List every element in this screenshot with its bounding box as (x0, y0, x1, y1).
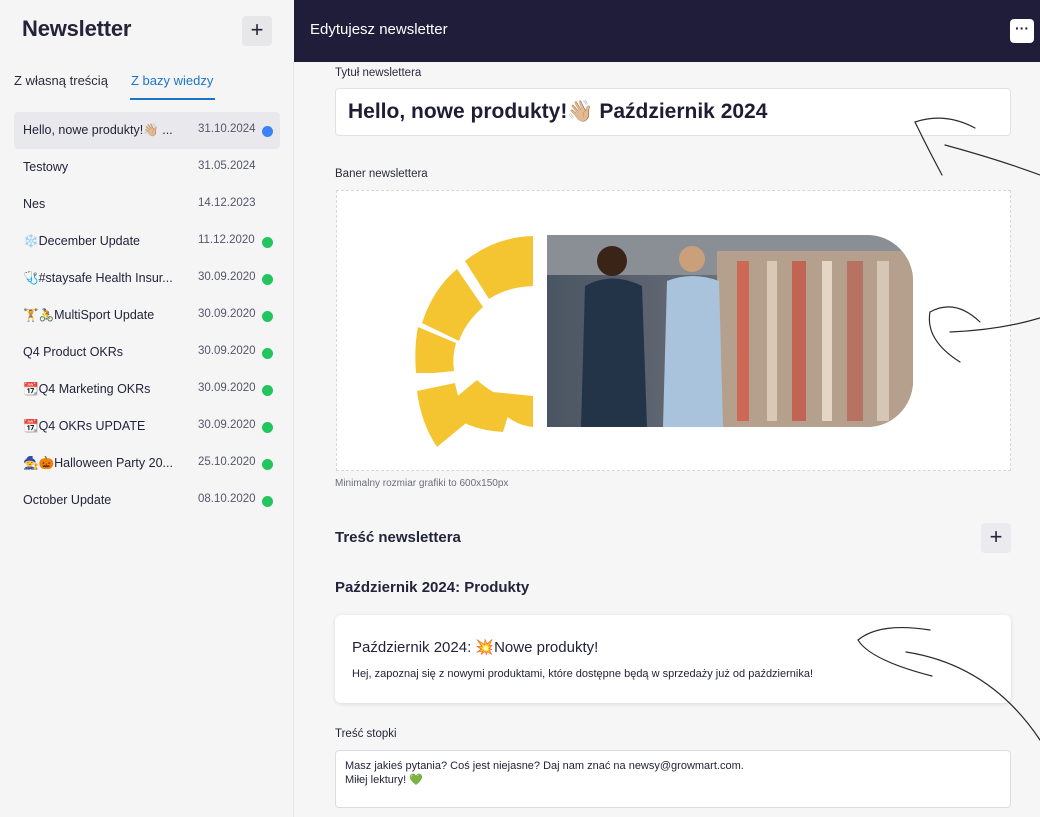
list-item-name: 📆Q4 Marketing OKRs (23, 382, 151, 396)
list-item[interactable]: Nes 14.12.2023 (14, 186, 280, 223)
content-card-title: Październik 2024: 💥Nowe produkty! (352, 639, 599, 656)
list-item-date: 11.12.2020 (198, 234, 255, 246)
list-item[interactable]: 📆Q4 Marketing OKRs 30.09.2020 (14, 371, 280, 408)
list-item-date: 31.10.2024 (198, 123, 256, 135)
list-item[interactable]: Hello, nowe produkty!👋🏼 ... 31.10.2024 (14, 112, 280, 149)
banner-size-hint: Minimalny rozmiar grafiki to 600x150px (335, 478, 509, 489)
sidebar: Newsletter + Z własną treścią Z bazy wie… (0, 0, 294, 817)
sun-logo-icon (415, 236, 533, 447)
footer-label: Treść stopki (335, 728, 397, 740)
list-item-date: 30.09.2020 (198, 419, 256, 431)
list-item-date: 30.09.2020 (198, 271, 256, 283)
list-item-name: Nes (23, 197, 46, 211)
list-item-date: 31.05.2024 (198, 160, 256, 172)
footer-line: Masz jakieś pytania? Coś jest niejasne? … (345, 760, 744, 772)
footer-textarea[interactable]: Masz jakieś pytania? Coś jest niejasne? … (335, 750, 1011, 808)
add-content-button[interactable]: + (981, 523, 1011, 553)
status-dot (262, 274, 273, 285)
tab-knowledge-base[interactable]: Z bazy wiedzy (131, 73, 213, 88)
list-item-name: October Update (23, 493, 112, 507)
status-dot (262, 348, 273, 359)
list-item-name: 🩺#staysafe Health Insur... (23, 271, 173, 285)
active-tab-indicator (130, 98, 215, 100)
status-dot (262, 459, 273, 470)
list-item-name: Testowy (23, 160, 69, 174)
status-dot (262, 385, 273, 396)
list-item[interactable]: 📆Q4 OKRs UPDATE 30.09.2020 (14, 408, 280, 445)
list-item[interactable]: 🏋️🚴MultiSport Update 30.09.2020 (14, 297, 280, 334)
list-item[interactable]: Q4 Product OKRs 30.09.2020 (14, 334, 280, 371)
sidebar-title: Newsletter (22, 16, 132, 41)
list-item-name: ❄️December Update (23, 234, 141, 248)
list-item[interactable]: 🩺#staysafe Health Insur... 30.09.2020 (14, 260, 280, 297)
banner-label: Baner newslettera (335, 168, 428, 180)
more-options-button[interactable]: ··· (1010, 19, 1034, 43)
list-item[interactable]: 🧙🎃Halloween Party 20... 25.10.2020 (14, 445, 280, 482)
list-item[interactable]: ❄️December Update 11.12.2020 (14, 223, 280, 260)
list-item[interactable]: Testowy 31.05.2024 (14, 149, 280, 186)
newsletter-title-value: Hello, nowe produkty!👋🏼 Październik 2024 (348, 100, 768, 123)
list-item-name: Q4 Product OKRs (23, 345, 124, 359)
list-item-name: Hello, nowe produkty!👋🏼 ... (23, 123, 173, 137)
tab-custom-content[interactable]: Z własną treścią (14, 73, 108, 88)
title-field-label: Tytuł newslettera (335, 67, 422, 79)
sidebar-header: Newsletter + (0, 0, 294, 62)
newsletter-list: Hello, nowe produkty!👋🏼 ... 31.10.2024 T… (14, 112, 280, 519)
list-item-date: 30.09.2020 (198, 345, 256, 357)
status-dot (262, 496, 273, 507)
content-section-title: Treść newslettera (335, 529, 461, 546)
list-item-date: 30.09.2020 (198, 308, 256, 320)
content-card[interactable]: Październik 2024: 💥Nowe produkty! Hej, z… (335, 615, 1011, 703)
list-item-name: 📆Q4 OKRs UPDATE (23, 419, 146, 433)
sidebar-tabs: Z własną treścią Z bazy wiedzy (0, 62, 294, 100)
list-item-date: 08.10.2020 (198, 493, 256, 505)
banner-upload-area[interactable] (336, 190, 1011, 471)
status-dot (262, 237, 273, 248)
list-item-date: 25.10.2020 (198, 456, 256, 468)
newsletter-title-input[interactable]: Hello, nowe produkty!👋🏼 Październik 2024 (335, 88, 1011, 136)
footer-line: Miłej lektury! 💚 (345, 774, 423, 786)
status-dot (262, 422, 273, 433)
list-item-name: 🏋️🚴MultiSport Update (23, 308, 155, 322)
editor-title: Edytujesz newsletter (310, 21, 448, 38)
add-newsletter-button[interactable]: + (242, 16, 272, 46)
content-group-title: Październik 2024: Produkty (335, 579, 530, 596)
editor-topbar: Edytujesz newsletter ··· (294, 0, 1040, 62)
list-item[interactable]: October Update 08.10.2020 (14, 482, 280, 519)
list-item-date: 14.12.2023 (198, 197, 256, 209)
content-card-description: Hej, zapoznaj się z nowymi produktami, k… (352, 668, 814, 680)
list-item-name: 🧙🎃Halloween Party 20... (23, 456, 173, 470)
list-item-date: 30.09.2020 (198, 382, 256, 394)
banner-image (415, 235, 913, 447)
status-dot (262, 126, 273, 137)
status-dot (262, 311, 273, 322)
